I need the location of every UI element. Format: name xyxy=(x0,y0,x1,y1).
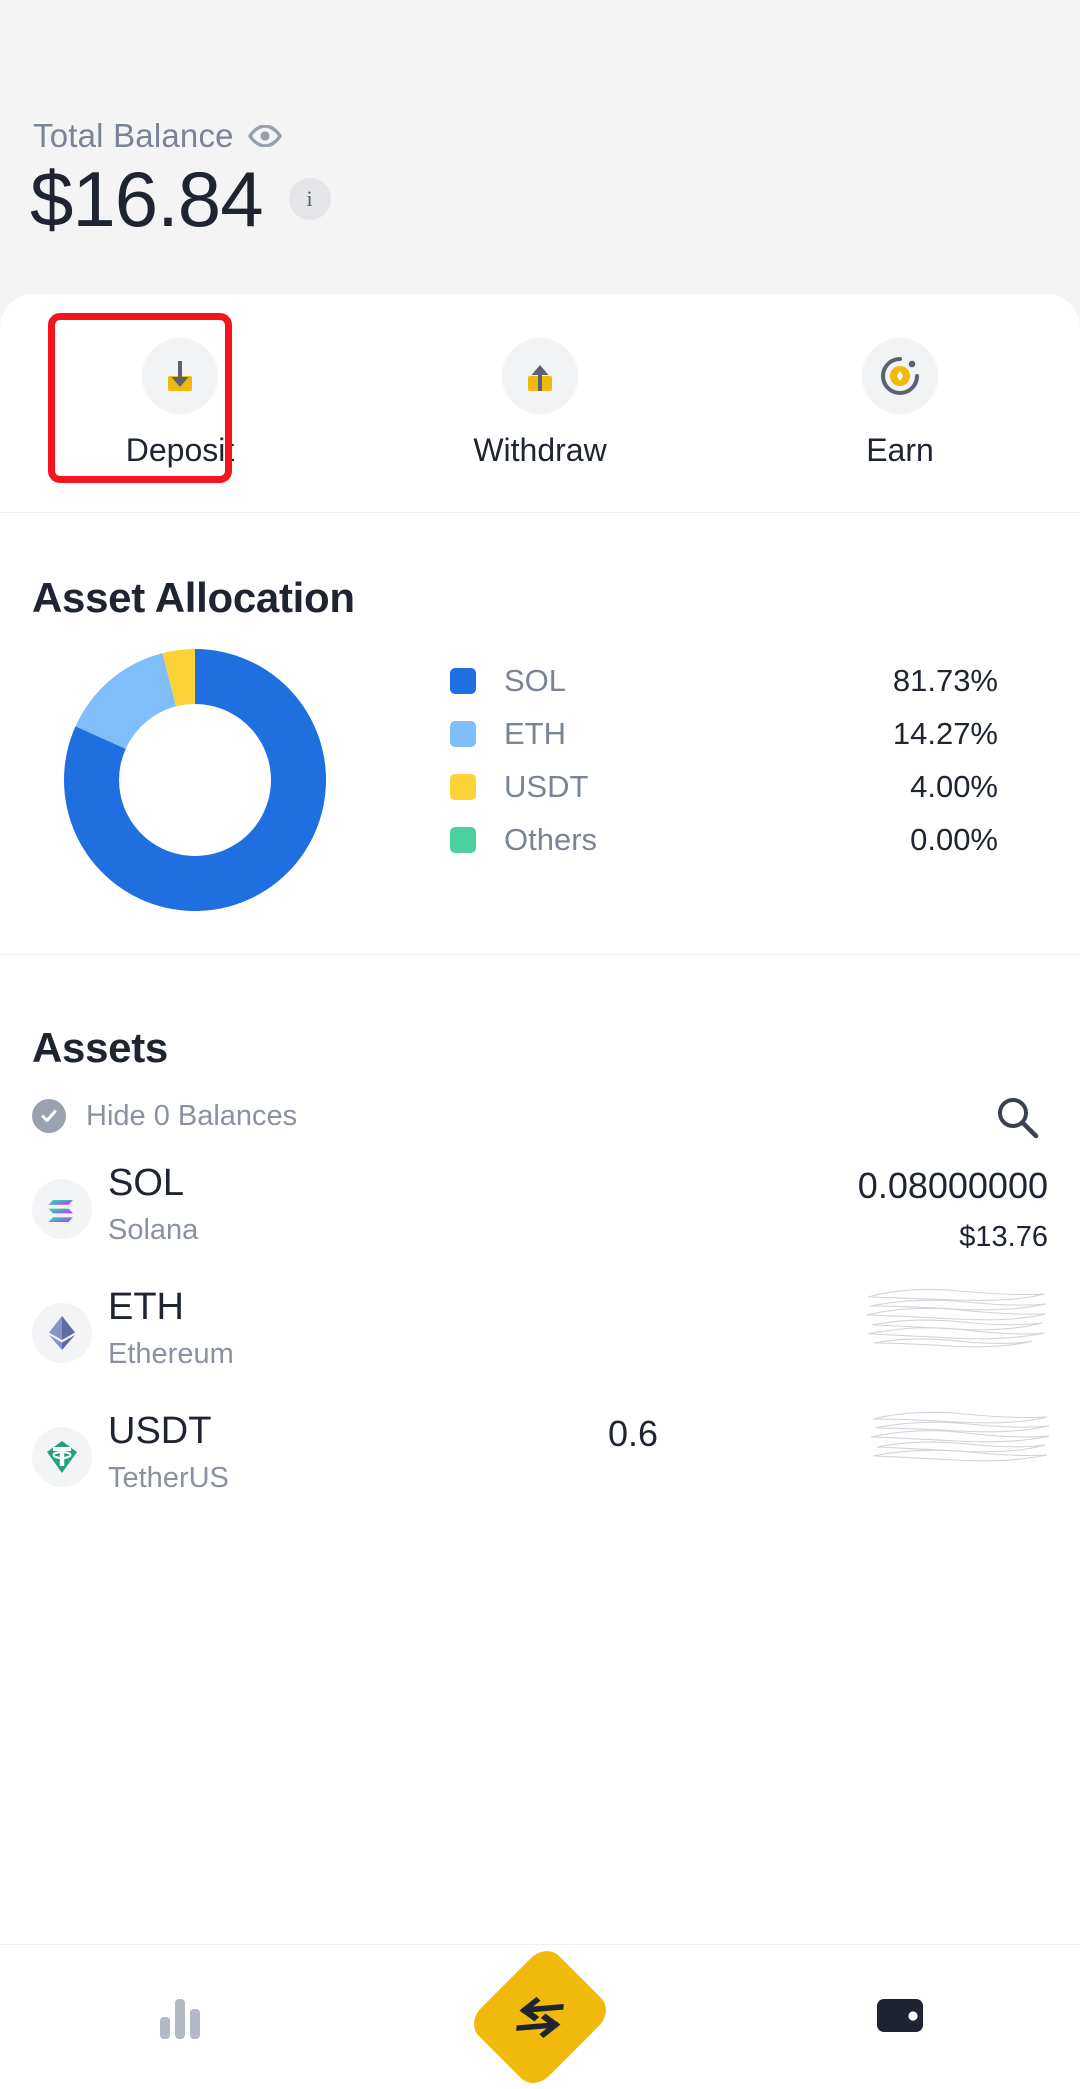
total-balance-row[interactable]: Total Balance xyxy=(33,117,282,155)
redacted-balance-scribble xyxy=(867,1403,1052,1488)
legend-label-usdt: USDT xyxy=(504,768,589,804)
legend-item: ETH 14.27% xyxy=(450,707,1050,760)
assets-title: Assets xyxy=(32,1024,168,1071)
earn-icon xyxy=(862,337,938,414)
asset-name: Ethereum xyxy=(108,1338,234,1370)
deposit-button[interactable]: Deposit xyxy=(0,294,360,512)
legend-label-eth: ETH xyxy=(504,715,566,751)
total-balance-label: Total Balance xyxy=(33,117,234,154)
table-row[interactable]: USDT TetherUS 0.6 xyxy=(0,1407,1080,1531)
divider-allocation xyxy=(0,954,1080,955)
legend-value-others: 0.00% xyxy=(910,821,998,857)
legend-value-sol: 81.73% xyxy=(892,662,998,698)
asset-amount: 0.6 xyxy=(608,1413,659,1454)
legend-swatch-sol xyxy=(450,667,476,694)
allocation-donut-chart xyxy=(64,649,326,911)
tether-icon xyxy=(32,1427,92,1487)
withdraw-button[interactable]: Withdraw xyxy=(360,294,720,512)
withdraw-icon xyxy=(502,337,578,414)
earn-button[interactable]: Earn xyxy=(720,294,1080,512)
hide-zero-balances-toggle[interactable]: Hide 0 Balances xyxy=(32,1099,297,1133)
legend-label-others: Others xyxy=(504,821,598,857)
legend-item: SOL 81.73% xyxy=(450,654,1050,707)
table-row[interactable]: SOL Solana 0.08000000 $13.76 xyxy=(0,1159,1080,1283)
asset-allocation-title: Asset Allocation xyxy=(32,574,355,621)
nav-markets-button[interactable] xyxy=(0,1987,360,2048)
nav-wallet-button[interactable] xyxy=(720,1989,1080,2046)
quick-actions-bar: Deposit Withdraw Earn xyxy=(0,294,1080,512)
content-sheet: Deposit Withdraw Earn Asset Allocation S… xyxy=(0,294,1080,1944)
solana-icon xyxy=(32,1179,92,1239)
balance-amount-row: $16.84 i xyxy=(30,160,331,238)
legend-swatch-usdt xyxy=(450,773,476,800)
deposit-label: Deposit xyxy=(125,431,235,468)
bar-chart-icon xyxy=(150,1987,210,2048)
eye-icon[interactable] xyxy=(247,125,282,147)
legend-label-sol: SOL xyxy=(504,662,567,698)
legend-swatch-others xyxy=(450,826,476,853)
legend-value-eth: 14.27% xyxy=(892,715,998,751)
divider-actions xyxy=(0,512,1080,513)
legend-value-usdt: 4.00% xyxy=(910,768,998,804)
asset-usd-value: $13.76 xyxy=(959,1221,1048,1253)
bottom-navigation-bar xyxy=(0,1943,1080,2089)
legend-item: USDT 4.00% xyxy=(450,760,1050,813)
asset-amount: 0.08000000 xyxy=(857,1165,1048,1206)
ethereum-icon xyxy=(32,1303,92,1363)
deposit-icon xyxy=(142,337,218,414)
redacted-balance-scribble xyxy=(862,1275,1052,1370)
asset-name: TetherUS xyxy=(108,1462,229,1494)
asset-symbol: ETH xyxy=(108,1286,184,1328)
wallet-screen: Total Balance $16.84 i Deposit Withdraw … xyxy=(0,0,1080,2089)
asset-name: Solana xyxy=(108,1214,199,1246)
search-icon[interactable] xyxy=(992,1092,1042,1142)
info-icon[interactable]: i xyxy=(288,178,331,220)
allocation-legend: SOL 81.73% ETH 14.27% USDT 4.00% Others … xyxy=(450,654,1050,866)
check-circle-icon xyxy=(32,1099,66,1133)
asset-symbol: SOL xyxy=(108,1162,185,1204)
balance-amount: $16.84 xyxy=(30,155,264,243)
earn-label: Earn xyxy=(866,431,934,468)
swap-icon xyxy=(466,1943,614,2089)
wallet-icon xyxy=(870,1989,930,2046)
table-row[interactable]: ETH Ethereum xyxy=(0,1283,1080,1407)
legend-swatch-eth xyxy=(450,720,476,747)
legend-item: Others 0.00% xyxy=(450,813,1050,866)
asset-symbol: USDT xyxy=(108,1410,212,1452)
nav-swap-button[interactable] xyxy=(360,1943,720,2089)
hide-zero-balances-label: Hide 0 Balances xyxy=(86,1099,298,1132)
withdraw-label: Withdraw xyxy=(473,431,607,468)
